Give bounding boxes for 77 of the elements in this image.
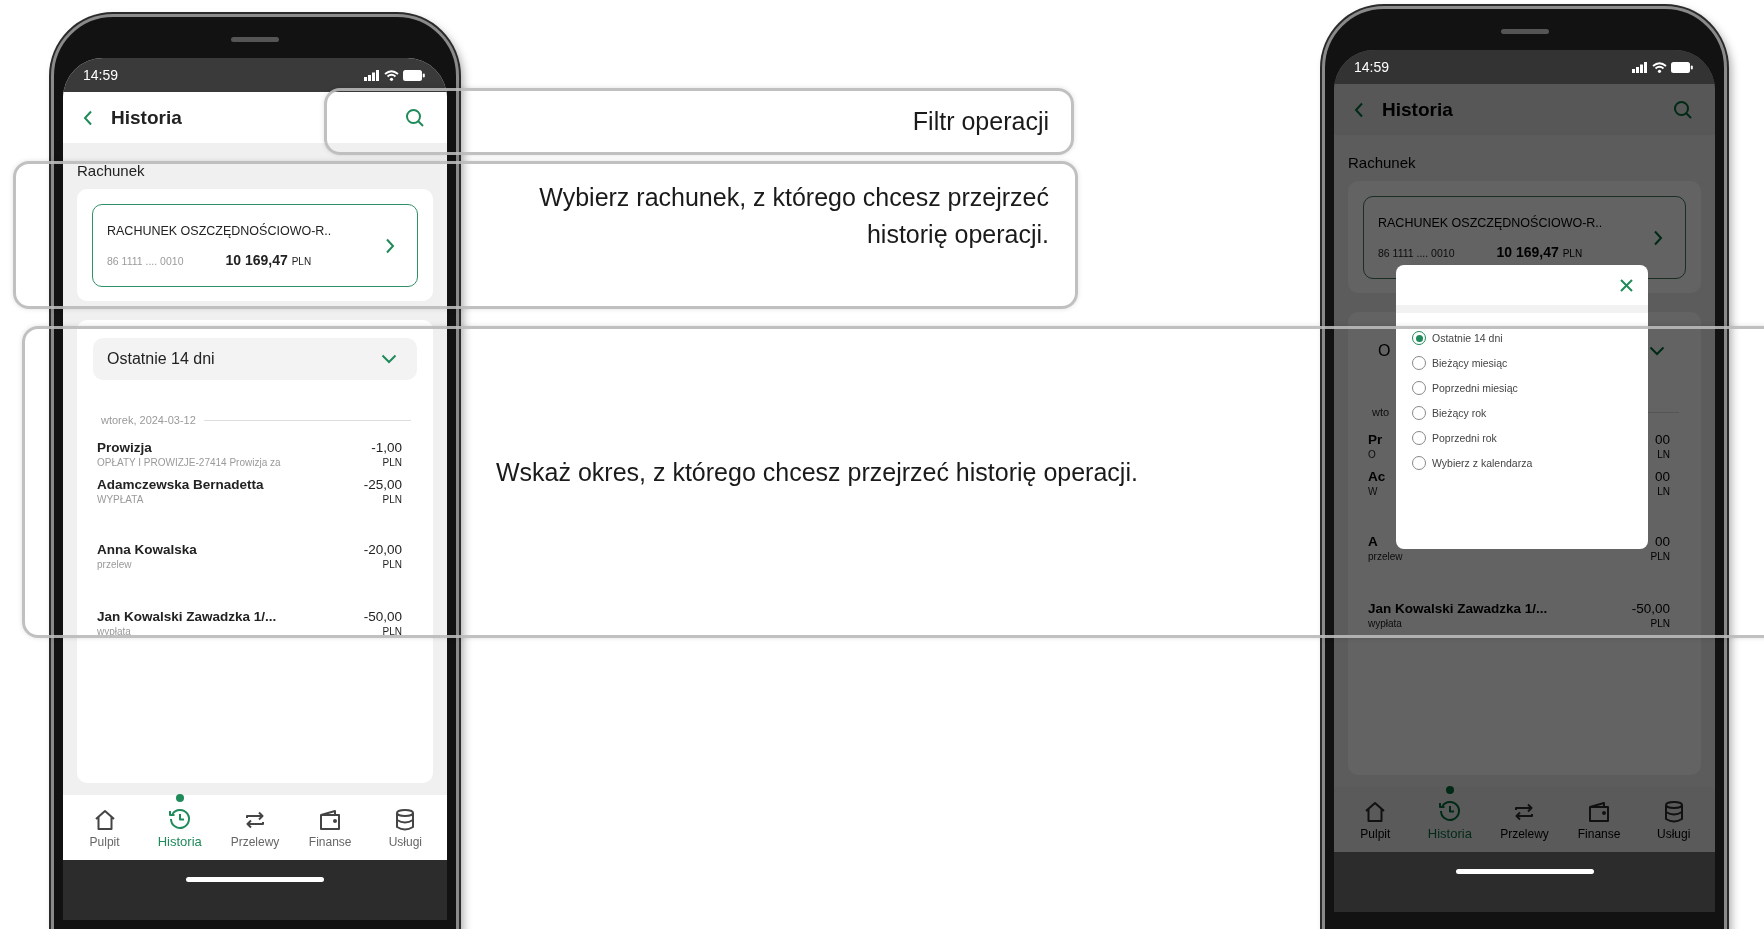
transaction-currency: PLN bbox=[1650, 618, 1670, 629]
transaction-title: Pr bbox=[1368, 432, 1383, 447]
transaction-description: W bbox=[1368, 486, 1379, 497]
nav-tab[interactable]: Finanse bbox=[297, 806, 364, 849]
period-option[interactable]: Wybierz z kalendarza bbox=[1412, 456, 1632, 470]
screen-title: Historia bbox=[111, 106, 183, 129]
transaction-amount: -1,00 bbox=[371, 440, 402, 455]
period-dropdown[interactable]: Ostatnie 14 dni bbox=[93, 338, 417, 380]
status-time: 14:59 bbox=[83, 67, 119, 83]
transaction-currency: PLN bbox=[382, 494, 402, 505]
transaction-description: OPŁATY I PROWIZJE-27414 Prowizja za bbox=[97, 457, 281, 468]
nav-tab[interactable]: Pulpit bbox=[71, 806, 138, 849]
active-indicator-dot bbox=[1445, 786, 1454, 794]
transaction-description: wypłata bbox=[1368, 618, 1403, 629]
period-option[interactable]: Bieżący rok bbox=[1412, 406, 1632, 420]
search-icon bbox=[405, 107, 425, 128]
transaction-title: Prowizja bbox=[97, 440, 153, 455]
transaction-currency: PLN bbox=[382, 626, 402, 637]
callout-text: Wskaż okres, z którego chcesz przejrzeć historię operacji. bbox=[496, 456, 1138, 488]
transaction-title: Jan Kowalski Zawadzka 1/... bbox=[97, 609, 277, 624]
transaction-currency: LN bbox=[1657, 449, 1670, 460]
transaction-currency: PLN bbox=[1650, 551, 1670, 562]
wifi-icon bbox=[384, 69, 399, 81]
transaction-amount: -25,00 bbox=[363, 477, 402, 492]
period-option[interactable]: Poprzedni miesiąc bbox=[1412, 381, 1632, 395]
chevron-down-icon bbox=[1649, 346, 1665, 356]
transaction-title: Ac bbox=[1368, 469, 1386, 484]
transaction-currency: LN bbox=[1657, 486, 1670, 497]
transaction-title: Adamczewska Bernadetta bbox=[97, 477, 264, 492]
screen-title: Historia bbox=[1382, 98, 1454, 121]
account-selector[interactable]: RACHUNEK OSZCZĘDNOŚCIOWO-R.. 86 1111 .... 0010 10 169,47 PLN bbox=[92, 204, 418, 287]
transaction-currency: PLN bbox=[382, 457, 402, 468]
transaction-description: WYPŁATA bbox=[97, 494, 145, 505]
transaction-currency: PLN bbox=[382, 559, 402, 570]
nav-tab[interactable]: Przelewy bbox=[221, 806, 288, 849]
chevron-down-icon bbox=[381, 354, 397, 364]
signal-icon bbox=[1632, 61, 1648, 73]
chevron-right-icon bbox=[1653, 229, 1663, 246]
phone-speaker bbox=[231, 37, 279, 42]
phone-speaker bbox=[1500, 29, 1549, 34]
back-icon bbox=[83, 109, 93, 126]
signal-icon bbox=[364, 69, 380, 81]
chevron-right-icon bbox=[385, 237, 395, 254]
back-icon bbox=[1354, 101, 1364, 118]
battery-icon bbox=[1671, 61, 1693, 73]
transaction-title: Jan Kowalski Zawadzka 1/... bbox=[1368, 601, 1548, 616]
close-icon bbox=[1620, 278, 1633, 292]
history-icon bbox=[166, 806, 193, 832]
wifi-icon bbox=[1652, 61, 1667, 73]
transaction-title: A bbox=[1368, 534, 1379, 549]
date-heading: wtorek, 2024-03-12 bbox=[101, 414, 196, 426]
period-option[interactable]: Ostatnie 14 dni bbox=[1412, 331, 1632, 345]
transaction-amount: -50,00 bbox=[363, 609, 402, 624]
nav-tab[interactable]: Usługi bbox=[372, 806, 439, 849]
history-icon bbox=[1436, 798, 1463, 824]
transaction-description: O bbox=[1368, 449, 1377, 460]
section-label: Rachunek bbox=[1348, 154, 1417, 171]
period-option[interactable]: Bieżący miesiąc bbox=[1412, 356, 1632, 370]
period-option[interactable]: Poprzedni rok bbox=[1412, 431, 1632, 445]
nav-tab[interactable]: Historia bbox=[146, 806, 213, 849]
transaction-amount: -20,00 bbox=[363, 542, 402, 557]
battery-icon bbox=[403, 69, 425, 81]
callout-text: Filtr operacji bbox=[912, 106, 1049, 137]
transaction-amount: 00 bbox=[1654, 534, 1670, 549]
active-indicator-dot bbox=[175, 794, 184, 802]
transaction-amount: 00 bbox=[1654, 432, 1670, 447]
search-icon bbox=[1673, 99, 1693, 120]
transaction-amount: -50,00 bbox=[1631, 601, 1670, 616]
date-heading: wto bbox=[1372, 406, 1390, 418]
transaction-title: Anna Kowalska bbox=[97, 542, 197, 557]
transaction-amount: 00 bbox=[1654, 469, 1670, 484]
transaction-description: przelew bbox=[1368, 551, 1403, 562]
status-time: 14:59 bbox=[1354, 59, 1390, 75]
transaction-description: wypłata bbox=[97, 626, 132, 637]
transaction-description: przelew bbox=[97, 559, 133, 570]
callout-text: Wybierz rachunek, z którego chcesz przejrzeć historię operacji. bbox=[538, 182, 1049, 250]
section-label: Rachunek bbox=[77, 162, 146, 179]
